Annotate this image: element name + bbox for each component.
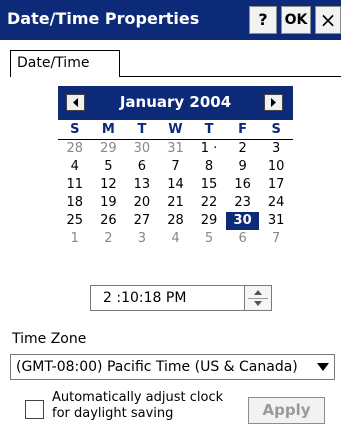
spinner-arrows-icon (248, 290, 268, 306)
close-button[interactable]: × (315, 6, 341, 34)
calendar-day[interactable]: 16 (226, 176, 260, 194)
time-spinner[interactable] (244, 286, 271, 310)
calendar-day[interactable]: 23 (226, 194, 260, 212)
calendar-day[interactable]: 13 (125, 176, 159, 194)
calendar-day[interactable]: 1 · (192, 140, 226, 158)
calendar-day[interactable]: 29 (192, 212, 226, 230)
calendar-day[interactable]: 7 (159, 158, 193, 176)
time-input[interactable]: 2 :10:18 PM (90, 285, 272, 311)
calendar-day[interactable]: 22 (192, 194, 226, 212)
weekday-label: M (101, 122, 115, 137)
calendar-day[interactable]: 17 (259, 176, 293, 194)
calendar-week: 1 2 3 4 5 6 7 (58, 230, 293, 248)
calendar-day[interactable]: 2 (226, 140, 260, 158)
weekday-label: S (271, 122, 281, 137)
weekday-label: W (168, 122, 183, 137)
chevron-right-icon (271, 98, 276, 107)
calendar-day[interactable]: 31 (159, 140, 193, 158)
calendar-grid: S M T W T F S 28 29 30 31 1 · 2 3 4 5 6 … (58, 121, 293, 248)
chevron-down-icon (317, 363, 329, 371)
calendar-header: January 2004 (58, 86, 293, 120)
dst-checkbox[interactable] (25, 400, 44, 419)
calendar-day[interactable]: 6 (125, 158, 159, 176)
calendar-day[interactable]: 11 (58, 176, 92, 194)
weekday-label: F (238, 122, 248, 137)
window-title: Date/Time Properties (7, 9, 200, 28)
calendar-day[interactable]: 5 (192, 230, 226, 248)
help-button[interactable]: ? (249, 6, 277, 34)
tab-date-time[interactable]: Date/Time (10, 50, 120, 77)
calendar-day[interactable]: 30 (125, 140, 159, 158)
calendar-day[interactable]: 18 (58, 194, 92, 212)
calendar-day[interactable]: 3 (125, 230, 159, 248)
calendar-day[interactable]: 2 (92, 230, 126, 248)
weekday-row: S M T W T F S (58, 121, 293, 140)
calendar-week: 28 29 30 31 1 · 2 3 (58, 140, 293, 158)
time-zone-selected: (GMT-08:00) Pacific Time (US & Canada) (16, 359, 298, 375)
calendar-day[interactable]: 21 (159, 194, 193, 212)
time-value[interactable]: 2 :10:18 PM (103, 290, 186, 306)
calendar-day[interactable]: 10 (259, 158, 293, 176)
calendar-day[interactable]: 12 (92, 176, 126, 194)
calendar-week: 4 5 6 7 8 9 10 (58, 158, 293, 176)
calendar-day[interactable]: 28 (58, 140, 92, 158)
calendar-week: 18 19 20 21 22 23 24 (58, 194, 293, 212)
calendar-day[interactable]: 14 (159, 176, 193, 194)
dst-label: Automatically adjust clock for daylight … (52, 390, 224, 421)
time-zone-dropdown[interactable]: (GMT-08:00) Pacific Time (US & Canada) (10, 354, 335, 380)
calendar-day[interactable]: 15 (192, 176, 226, 194)
calendar-day[interactable]: 6 (226, 230, 260, 248)
calendar-week: 11 12 13 14 15 16 17 (58, 176, 293, 194)
calendar-day[interactable]: 26 (92, 212, 126, 230)
calendar-day[interactable]: 4 (159, 230, 193, 248)
calendar-month-label[interactable]: January 2004 (58, 93, 293, 111)
calendar-day[interactable]: 5 (92, 158, 126, 176)
calendar-day[interactable]: 28 (159, 212, 193, 230)
calendar-day[interactable]: 4 (58, 158, 92, 176)
next-month-button[interactable] (264, 94, 283, 111)
apply-button[interactable]: Apply (248, 397, 325, 424)
calendar-day[interactable]: 25 (58, 212, 92, 230)
calendar-day[interactable]: 1 (58, 230, 92, 248)
weekday-label: S (70, 122, 80, 137)
calendar-day[interactable]: 31 (259, 212, 293, 230)
calendar-day[interactable]: 8 (192, 158, 226, 176)
time-zone-label: Time Zone (12, 331, 87, 347)
calendar-day[interactable]: 7 (259, 230, 293, 248)
calendar-day[interactable]: 29 (92, 140, 126, 158)
calendar-day[interactable]: 27 (125, 212, 159, 230)
weekday-label: T (204, 122, 214, 137)
calendar-day[interactable]: 20 (125, 194, 159, 212)
calendar-day[interactable]: 19 (92, 194, 126, 212)
weekday-label: T (137, 122, 147, 137)
title-bar: Date/Time Properties ? OK × (0, 0, 341, 40)
tab-divider (120, 76, 341, 77)
calendar-day[interactable]: 9 (226, 158, 260, 176)
calendar-week: 25 26 27 28 29 30 31 (58, 212, 293, 230)
calendar-day-selected[interactable]: 30 (225, 212, 260, 230)
ok-button[interactable]: OK (281, 6, 311, 34)
calendar-day[interactable]: 3 (259, 140, 293, 158)
calendar-day[interactable]: 24 (259, 194, 293, 212)
